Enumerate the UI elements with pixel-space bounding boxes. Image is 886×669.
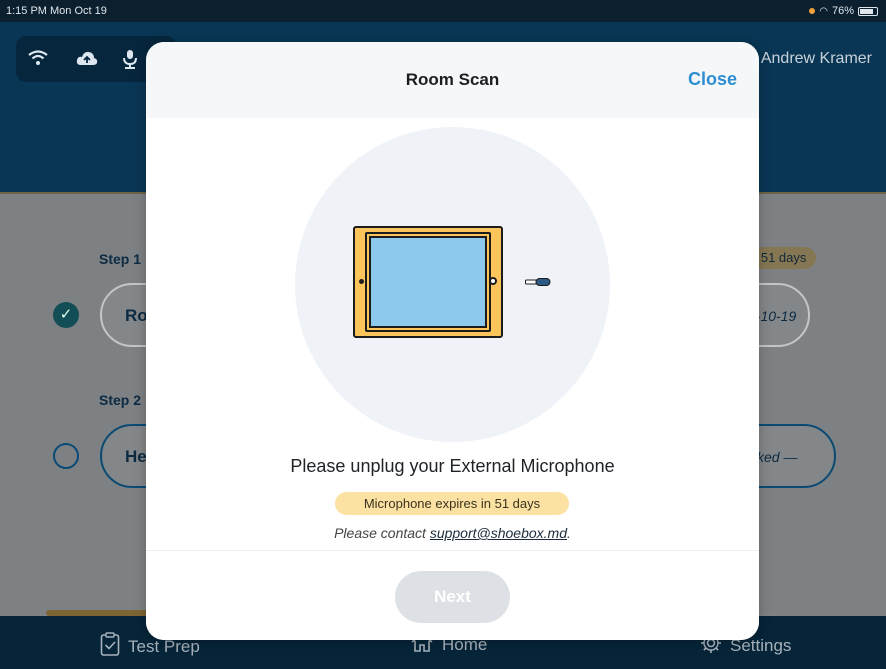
contact-suffix: .: [567, 525, 571, 541]
user-name[interactable]: Andrew Kramer: [761, 50, 872, 68]
battery-icon: [858, 6, 878, 16]
contact-prefix: Please contact: [334, 525, 430, 541]
status-bar: 1:15 PM Mon Oct 19 ◠ 76%: [0, 0, 886, 22]
modal-header: Room Scan Close: [146, 42, 759, 118]
tablet-screen: [369, 236, 487, 328]
room-scan-modal: Room Scan Close Please unplug your Exter…: [146, 42, 759, 640]
modal-title: Room Scan: [405, 70, 500, 89]
step-1-title: Ro: [125, 306, 148, 325]
tablet-icon: [353, 226, 503, 338]
step-1-label: Step 1: [99, 251, 142, 267]
next-button[interactable]: Next: [395, 571, 510, 623]
clipboard-check-icon: [100, 632, 120, 662]
check-circle-icon: ✓: [53, 302, 79, 328]
modal-footer: Next: [146, 550, 759, 640]
microphone-plug-icon: [525, 278, 551, 286]
status-right: ◠ 76%: [809, 5, 878, 17]
status-time: 1:15 PM Mon Oct 19: [6, 5, 107, 17]
step-2-label: Step 2: [99, 392, 142, 408]
mic-indicator-icon: [809, 8, 816, 14]
support-email-link[interactable]: support@shoebox.md: [430, 525, 567, 541]
wifi-status-icon: ◠: [819, 5, 828, 17]
cloud-upload-icon[interactable]: [76, 50, 98, 71]
empty-circle-icon: [53, 443, 79, 469]
contact-text: Please contact support@shoebox.md.: [146, 525, 759, 541]
microphone-icon[interactable]: [122, 50, 138, 75]
instruction-text: Please unplug your External Microphone: [290, 456, 615, 476]
wifi-icon[interactable]: [28, 50, 48, 71]
battery-percent: 76%: [831, 5, 854, 17]
microphone-expire-badge: Microphone expires in 51 days: [335, 492, 569, 515]
tablet-camera-dot: [359, 279, 364, 284]
tablet-home-button: [489, 277, 497, 285]
step-2-title: He: [125, 447, 147, 466]
tab-test-prep-label: Test Prep: [128, 637, 200, 656]
close-button[interactable]: Close: [688, 69, 737, 90]
